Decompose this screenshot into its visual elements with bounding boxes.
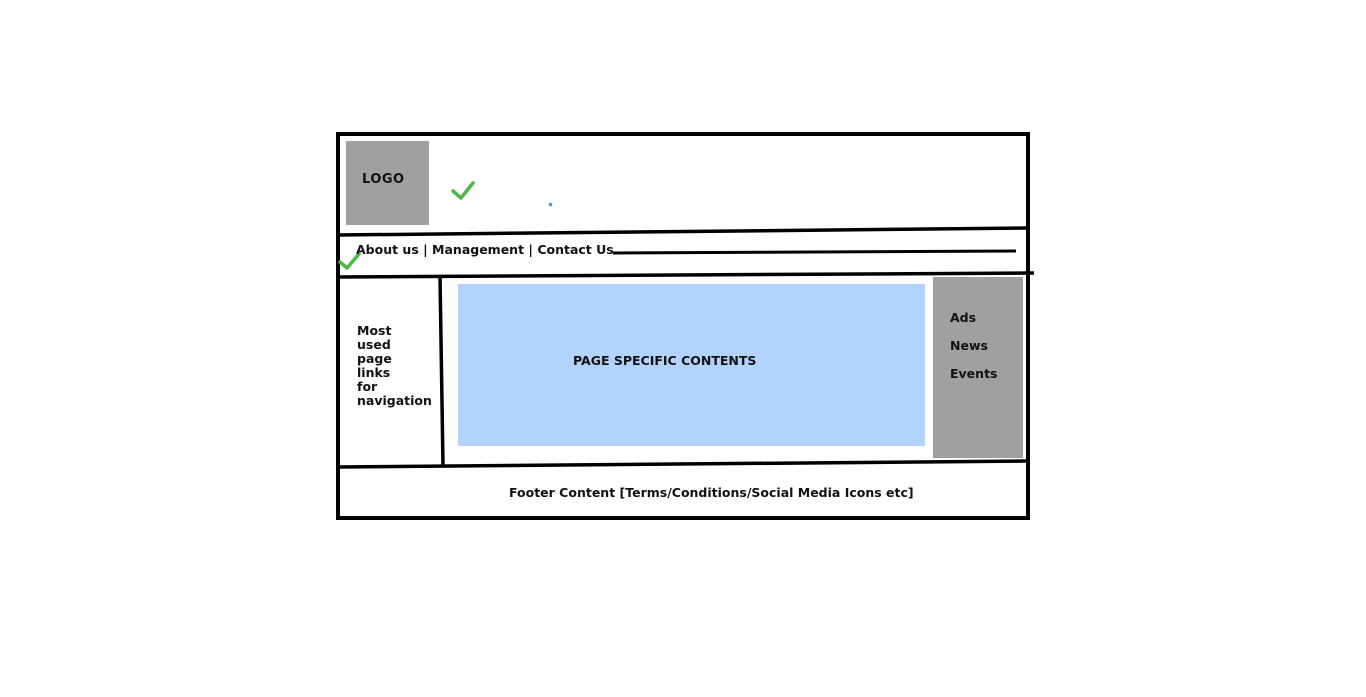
left-sidebar-line: page xyxy=(357,351,392,366)
header-divider xyxy=(337,226,1029,237)
nav-divider xyxy=(335,271,1035,279)
nav-links: About us | Management | Contact Us xyxy=(356,242,614,257)
left-sidebar-line: for xyxy=(357,379,378,394)
footer-text: Footer Content [Terms/Conditions/Social … xyxy=(509,485,914,500)
left-sidebar-divider xyxy=(438,276,445,466)
dot-mark xyxy=(548,202,553,207)
wireframe-lines xyxy=(335,132,1035,520)
wireframe-canvas: LOGO PAGE SPECIFIC CONTENTS Ads News Eve… xyxy=(0,0,1366,697)
check-mark-icon xyxy=(451,181,475,200)
left-sidebar-line: navigation xyxy=(357,393,432,408)
left-sidebar-line: Most xyxy=(357,323,392,338)
left-sidebar-line: used xyxy=(357,337,391,352)
left-sidebar-text: Most used page links for navigation xyxy=(357,324,437,408)
nav-underline xyxy=(612,249,1017,255)
left-sidebar-line: links xyxy=(357,365,391,380)
